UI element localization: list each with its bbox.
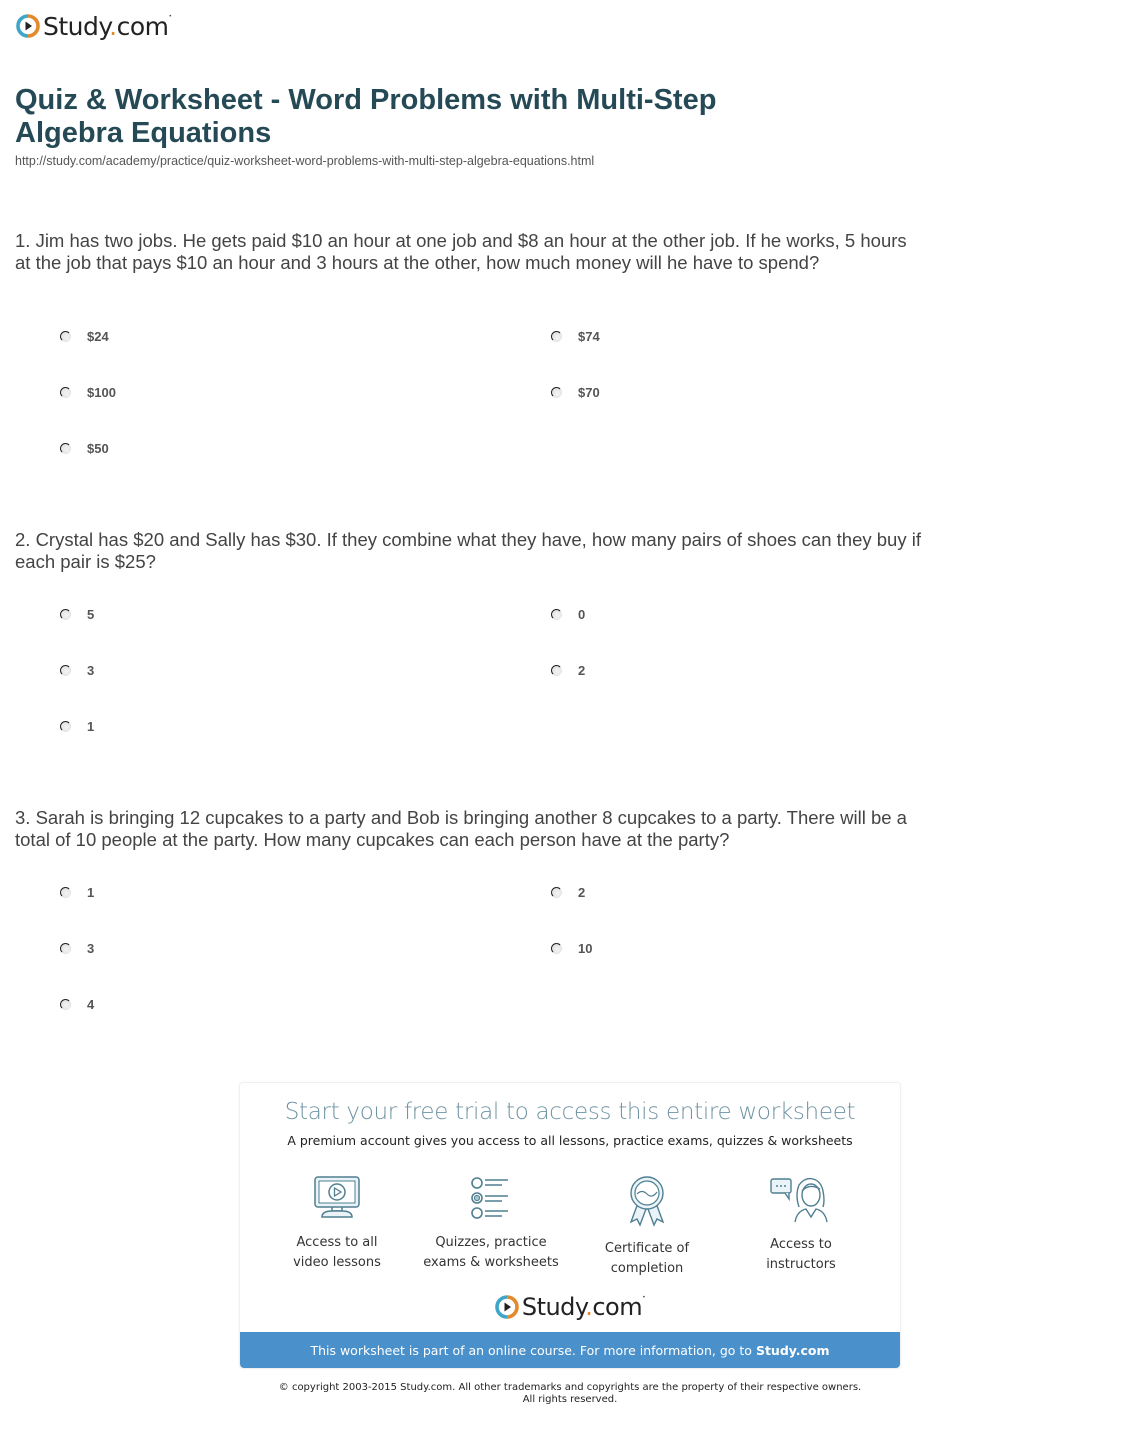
feature-certificate: Certificate of completion <box>562 1175 732 1279</box>
banner-text: This worksheet is part of an online cour… <box>310 1342 752 1358</box>
radio-button[interactable] <box>551 942 562 954</box>
radio-button[interactable] <box>60 664 71 676</box>
feature-instructors: Access to instructors <box>716 1175 886 1275</box>
banner-link[interactable]: Study.com <box>756 1343 830 1358</box>
play-circle-logo-icon <box>495 1295 519 1319</box>
logo-wordmark: Study.com• <box>43 11 172 41</box>
radio-button[interactable] <box>60 998 71 1010</box>
play-circle-logo-icon <box>16 14 40 38</box>
promo-headline[interactable]: Start your free trial to access this ent… <box>240 1099 900 1125</box>
page-title: Quiz & Worksheet - Word Problems with Mu… <box>15 84 717 149</box>
answer-option[interactable]: $74 <box>551 326 600 346</box>
radio-button[interactable] <box>60 720 71 732</box>
study-logo[interactable]: Study.com• <box>16 9 172 43</box>
question-3-text: 3. Sarah is bringing 12 cupcakes to a pa… <box>15 807 907 850</box>
answer-option[interactable]: 3 <box>60 660 94 680</box>
radio-button[interactable] <box>551 386 562 398</box>
feature-quizzes: Quizzes, practice exams & worksheets <box>406 1175 576 1273</box>
radio-button[interactable] <box>551 664 562 676</box>
radio-button[interactable] <box>60 942 71 954</box>
promo-subhead: A premium account gives you access to al… <box>287 1133 853 1148</box>
certificate-ribbon-icon <box>562 1175 732 1227</box>
answer-option[interactable]: $100 <box>60 382 116 402</box>
answer-option[interactable]: 1 <box>60 716 94 736</box>
promo-study-logo[interactable]: Study.com• <box>240 1295 900 1319</box>
answer-option[interactable]: 3 <box>60 938 94 958</box>
answer-option[interactable]: 2 <box>551 882 585 902</box>
answer-option[interactable]: $70 <box>551 382 600 402</box>
radio-button[interactable] <box>60 386 71 398</box>
radio-button[interactable] <box>60 608 71 620</box>
radio-button[interactable] <box>60 442 71 454</box>
instructor-chat-icon <box>716 1175 886 1223</box>
radio-button[interactable] <box>60 886 71 898</box>
radio-button[interactable] <box>60 330 71 342</box>
free-trial-promo: Start your free trial to access this ent… <box>239 1082 901 1369</box>
page-url[interactable]: http://study.com/academy/practice/quiz-w… <box>15 154 594 168</box>
course-info-banner[interactable]: This worksheet is part of an online cour… <box>240 1332 900 1368</box>
answer-option[interactable]: $24 <box>60 326 109 346</box>
answer-option[interactable]: 1 <box>60 882 94 902</box>
answer-option[interactable]: 2 <box>551 660 585 680</box>
radio-button[interactable] <box>551 886 562 898</box>
question-1-text: 1. Jim has two jobs. He gets paid $10 an… <box>15 230 907 273</box>
radio-button[interactable] <box>551 608 562 620</box>
logo-wordmark: Study.com• <box>521 1293 646 1321</box>
answer-option[interactable]: 10 <box>551 938 592 958</box>
feature-video-lessons: Access to all video lessons <box>252 1175 422 1273</box>
answer-option[interactable]: $50 <box>60 438 109 458</box>
answer-option[interactable]: 5 <box>60 604 94 624</box>
radio-button[interactable] <box>551 330 562 342</box>
video-monitor-icon <box>252 1175 422 1221</box>
answer-option[interactable]: 4 <box>60 994 94 1014</box>
answer-option[interactable]: 0 <box>551 604 585 624</box>
copyright-footer: © copyright 2003-2015 Study.com. All oth… <box>278 1382 862 1405</box>
question-2-text: 2. Crystal has $20 and Sally has $30. If… <box>15 529 921 572</box>
quiz-list-icon <box>406 1175 576 1221</box>
